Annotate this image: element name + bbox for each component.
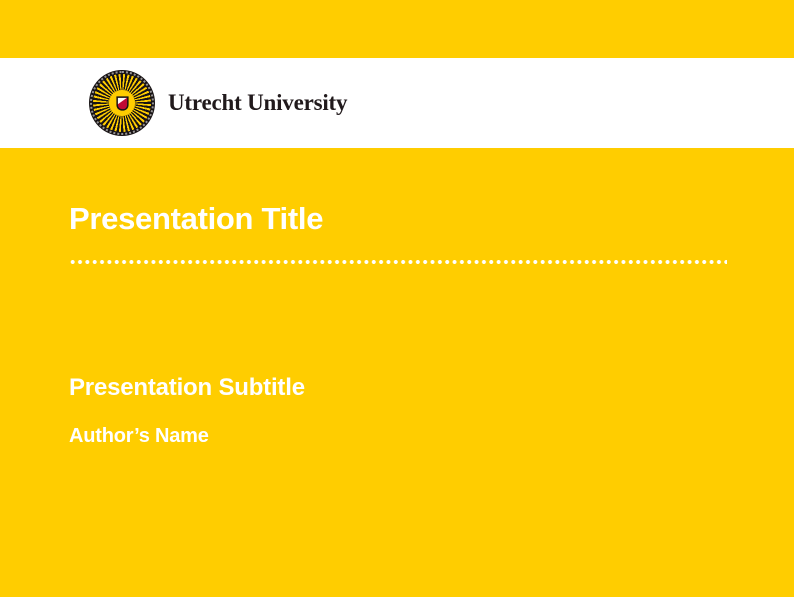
utrecht-shield-icon — [116, 96, 129, 111]
top-accent-band — [0, 0, 794, 58]
university-wordmark: Utrecht University — [168, 90, 347, 116]
presentation-slide: Utrecht University Presentation Title Pr… — [0, 0, 794, 597]
uu-sun-logo-icon — [89, 70, 155, 136]
presentation-title: Presentation Title — [69, 200, 323, 237]
presentation-subtitle: Presentation Subtitle — [69, 374, 305, 403]
author-name: Author’s Name — [69, 424, 209, 448]
dotted-divider — [69, 258, 727, 266]
header-band: Utrecht University — [0, 58, 794, 148]
